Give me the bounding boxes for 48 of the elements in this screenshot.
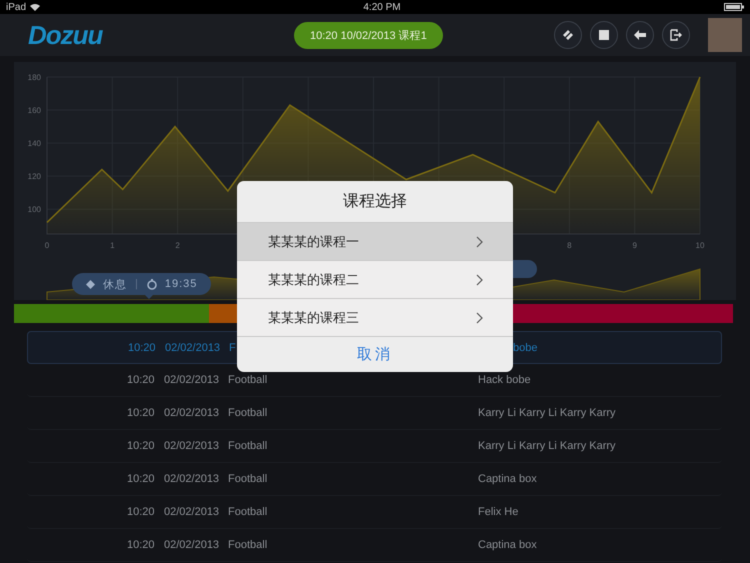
table-cell-text: 10:20 — [127, 440, 156, 452]
clock-time: 4:20 PM — [363, 2, 401, 12]
table-cell-text: 02/02/2013 — [164, 473, 220, 485]
course-label: 某某某的课程一 — [268, 232, 359, 250]
x-tick-label: 10 — [696, 241, 704, 250]
rest-label: 休息 — [103, 278, 127, 292]
course-label: 某某某的课程三 — [268, 308, 359, 326]
table-cell-text: Football — [228, 374, 268, 386]
table-cell-text: 10:20 — [128, 342, 157, 354]
table-cell-text: 10:20 — [127, 473, 156, 485]
table-cell-text: 10:20 — [127, 407, 156, 419]
table-cell-text: 10:20 — [127, 506, 156, 518]
logo: Dozuu — [28, 20, 104, 50]
table-cell-text: Football — [228, 539, 268, 551]
x-tick-label: 9 — [632, 241, 637, 250]
y-tick-label: 120 — [28, 172, 41, 182]
device-name: iPad — [6, 2, 26, 12]
y-tick-label: 180 — [28, 73, 41, 82]
table-cell-text: 10:20 — [127, 374, 156, 386]
table-cell-text: Football — [228, 440, 268, 452]
table-cell-text: 02/02/2013 — [164, 506, 220, 518]
course-label: 某某某的课程二 — [268, 270, 359, 288]
x-tick-label: 0 — [44, 241, 50, 250]
separator-line: | — [135, 278, 139, 290]
y-tick-label: 140 — [28, 139, 41, 148]
x-tick-label: 8 — [567, 241, 572, 250]
table-cell-text: 10:20 — [127, 539, 156, 551]
y-tick-label: 160 — [28, 106, 41, 116]
table-cell-text: 02/02/2013 — [164, 374, 220, 386]
table-cell-text: 02/02/2013 — [164, 440, 220, 452]
table-cell: Felix He — [478, 506, 518, 518]
table-cell-text: Football — [228, 407, 268, 419]
table-cell-text: 02/02/2013 — [164, 539, 220, 551]
table-cell: Karry Li Karry Li Karry Karry — [478, 440, 616, 452]
table-cell: Captina box — [478, 539, 537, 551]
table-cell: Captina box — [478, 473, 537, 485]
table-cell-text: 02/02/2013 — [165, 342, 222, 354]
x-tick-label: 2 — [175, 241, 180, 250]
table-cell-text: bobe — [512, 342, 538, 354]
rest-time: 19:35 — [164, 278, 198, 290]
table-cell: Hack bobe — [478, 374, 531, 386]
table-cell: Karry Li Karry Li Karry Karry — [478, 407, 616, 419]
y-tick-label: 100 — [28, 205, 41, 214]
table-cell-text: 02/02/2013 — [164, 407, 220, 419]
x-tick-label: 1 — [110, 241, 115, 250]
table-cell-text: Football — [228, 473, 268, 485]
table-cell-text: Football — [228, 506, 268, 518]
table-cell-text: F — [229, 342, 237, 354]
